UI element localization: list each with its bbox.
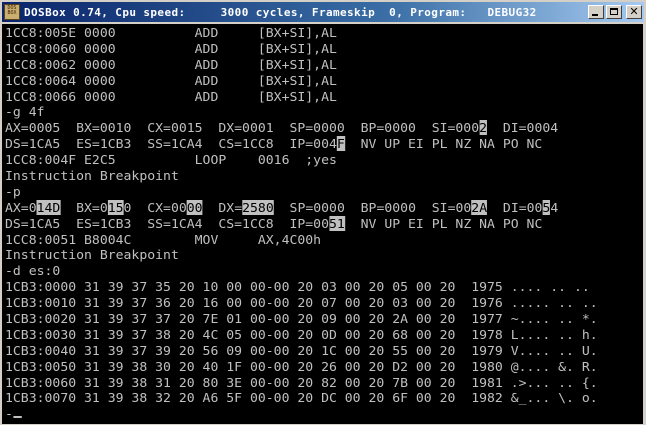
console-text-segment: 4 xyxy=(550,199,559,215)
console-line: DS=1CA5 ES=1CB3 SS=1CA4 CS=1CC8 IP=004F … xyxy=(5,136,598,152)
console-text-segment: 1CC8:0064 0000 ADD [BX+SI],AL xyxy=(5,72,337,88)
console-line: 1CC8:004F E2C5 LOOP 0016 ;yes xyxy=(5,152,598,168)
console-line: Instruction Breakpoint xyxy=(5,247,598,263)
console-text-segment: 0 CX=00 xyxy=(123,199,187,215)
dos-console[interactable]: 1CC8:005E 0000 ADD [BX+SI],AL 1CC8:0060 0… xyxy=(2,24,643,424)
console-line: -g 4f xyxy=(5,104,598,120)
console-text-segment: -d es:0 xyxy=(5,263,61,279)
close-icon: ✕ xyxy=(629,5,639,18)
console-line: 1CB3:0020 31 39 37 37 20 7E 01 00-00 20 … xyxy=(5,311,598,327)
console-line: 1CB3:0030 31 39 37 38 20 4C 05 00-00 20 … xyxy=(5,327,598,343)
console-text-segment: 1CB3:0040 31 39 37 39 20 56 09 00-00 20 … xyxy=(5,342,598,358)
console-text: 1CC8:005E 0000 ADD [BX+SI],AL 1CC8:0060 0… xyxy=(5,25,598,422)
console-text-segment: -p xyxy=(5,183,21,199)
dosbox-window: DOS BOX DOSBox 0.74, Cpu speed: 3000 cyc… xyxy=(0,0,646,425)
console-line: 1CB3:0050 31 39 38 30 20 40 1F 00-00 20 … xyxy=(5,359,598,375)
changed-value-highlight: 14D xyxy=(36,199,61,215)
window-title: DOSBox 0.74, Cpu speed: 3000 cycles, Fra… xyxy=(24,5,537,19)
console-line: 1CC8:0062 0000 ADD [BX+SI],AL xyxy=(5,57,598,73)
console-line: 1CB3:0040 31 39 37 39 20 56 09 00-00 20 … xyxy=(5,343,598,359)
console-line: 1CC8:005E 0000 ADD [BX+SI],AL xyxy=(5,25,598,41)
text-cursor xyxy=(12,416,22,419)
console-line: AX=014D BX=0150 CX=0000 DX=2580 SP=0000 … xyxy=(5,199,598,216)
console-text-segment: -g 4f xyxy=(5,104,45,120)
console-text-segment: 1CB3:0070 31 39 38 32 20 A6 5F 00-00 20 … xyxy=(5,390,598,406)
console-line: Instruction Breakpoint xyxy=(5,168,598,184)
console-text-segment: 1CB3:0020 31 39 37 37 20 7E 01 00-00 20 … xyxy=(5,311,598,327)
changed-value-highlight: 00 xyxy=(186,199,203,215)
minimize-icon xyxy=(592,14,598,16)
console-line: 1CB3:0060 31 39 38 31 20 80 3E 00-00 20 … xyxy=(5,375,598,391)
console-text-segment: 1CB3:0000 31 39 37 35 20 10 00 00-00 20 … xyxy=(5,279,590,295)
title-bar[interactable]: DOS BOX DOSBox 0.74, Cpu speed: 3000 cyc… xyxy=(2,2,644,22)
console-text-segment: 1CC8:004F E2C5 LOOP 0016 ;yes xyxy=(5,152,337,168)
maximize-button[interactable] xyxy=(606,5,622,19)
console-text-segment: DI=00 xyxy=(487,199,543,215)
command-prompt: - xyxy=(5,406,13,422)
console-text-segment: 1CC8:0062 0000 ADD [BX+SI],AL xyxy=(5,56,337,72)
console-line: 1CB3:0070 31 39 38 32 20 A6 5F 00-00 20 … xyxy=(5,390,598,406)
maximize-icon xyxy=(610,8,618,15)
console-text-segment: SP=0000 BP=0000 SI=00 xyxy=(273,199,472,215)
console-line: - xyxy=(5,406,598,422)
console-text-segment: DX= xyxy=(202,199,243,215)
console-text-segment: NV UP EI PL NZ NA PO NC xyxy=(344,136,543,152)
changed-value-highlight: 15 xyxy=(107,199,124,215)
console-text-segment: AX=0 xyxy=(5,199,37,215)
changed-value-highlight: F xyxy=(336,136,345,152)
console-line: 1CC8:0064 0000 ADD [BX+SI],AL xyxy=(5,73,598,89)
console-text-segment: 1CC8:0066 0000 ADD [BX+SI],AL xyxy=(5,88,337,104)
console-line: DS=1CA5 ES=1CB3 SS=1CA4 CS=1CC8 IP=0051 … xyxy=(5,215,598,232)
console-text-segment: 1CC8:005E 0000 ADD [BX+SI],AL xyxy=(5,25,337,40)
console-text-segment: Instruction Breakpoint xyxy=(5,247,179,263)
console-line: AX=0005 BX=0010 CX=0015 DX=0001 SP=0000 … xyxy=(5,120,598,136)
changed-value-highlight: 2580 xyxy=(242,199,274,215)
console-line: 1CC8:0066 0000 ADD [BX+SI],AL xyxy=(5,89,598,105)
console-line: -p xyxy=(5,184,598,200)
console-text-segment: DI=0004 xyxy=(487,120,559,136)
console-text-segment: BX=0 xyxy=(60,199,108,215)
console-text-segment: AX=0005 BX=0010 CX=0015 DX=0001 SP=0000 … xyxy=(5,120,480,136)
console-text-segment: 1CB3:0030 31 39 37 38 20 4C 05 00-00 20 … xyxy=(5,326,598,342)
window-controls: ✕ xyxy=(588,5,642,19)
console-line: 1CC8:0060 0000 ADD [BX+SI],AL xyxy=(5,41,598,57)
console-line: -d es:0 xyxy=(5,263,598,279)
console-line: 1CB3:0010 31 39 37 36 20 16 00 00-00 20 … xyxy=(5,295,598,311)
console-text-segment: DS=1CA5 ES=1CB3 SS=1CA4 CS=1CC8 IP=00 xyxy=(5,215,329,231)
changed-value-highlight: 51 xyxy=(328,215,345,231)
console-text-segment: Instruction Breakpoint xyxy=(5,168,179,184)
console-text-segment: 1CB3:0060 31 39 38 31 20 80 3E 00-00 20 … xyxy=(5,374,598,390)
close-button[interactable]: ✕ xyxy=(626,5,642,19)
console-line: 1CC8:0051 B8004C MOV AX,4C00h xyxy=(5,232,598,248)
console-text-segment: DS=1CA5 ES=1CB3 SS=1CA4 CS=1CC8 IP=004 xyxy=(5,136,337,152)
console-text-segment: 1CB3:0050 31 39 38 30 20 40 1F 00-00 20 … xyxy=(5,358,598,374)
console-text-segment: 1CB3:0010 31 39 37 36 20 16 00 00-00 20 … xyxy=(5,295,598,311)
dosbox-app-icon[interactable]: DOS BOX xyxy=(4,4,20,20)
console-text-segment: NV UP EI PL NZ NA PO NC xyxy=(344,215,543,231)
changed-value-highlight: 2A xyxy=(471,199,488,215)
console-text-segment: 1CC8:0060 0000 ADD [BX+SI],AL xyxy=(5,40,337,56)
console-line: 1CB3:0000 31 39 37 35 20 10 00 00-00 20 … xyxy=(5,279,598,295)
changed-value-highlight: 2 xyxy=(479,120,488,136)
console-text-segment: 1CC8:0051 B8004C MOV AX,4C00h xyxy=(5,231,322,247)
minimize-button[interactable] xyxy=(588,5,604,19)
